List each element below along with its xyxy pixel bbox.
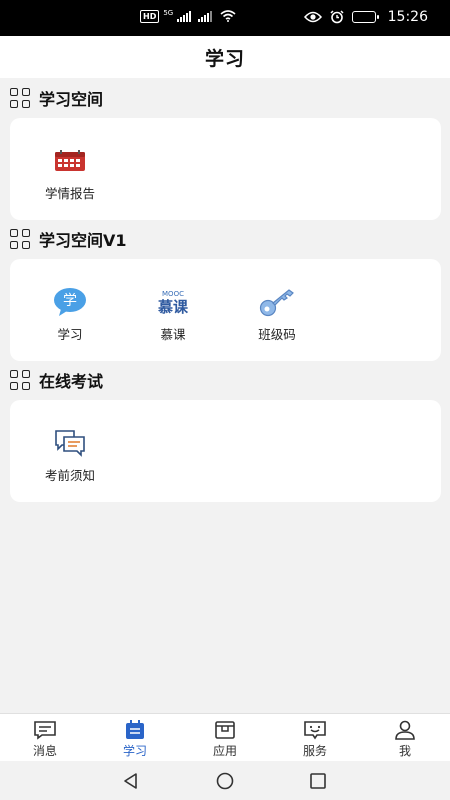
section-title: 在线考试 [39,372,104,391]
tile-class-code[interactable]: 班级码 [227,259,327,361]
service-icon [303,720,327,740]
study-chat-bubble-icon: 学 [52,287,88,317]
section-title: 学习空间V1 [39,231,127,250]
grid-icon [10,370,30,390]
grid-icon [10,88,30,108]
tab-service[interactable]: 服务 [270,714,360,761]
section-card-online-exam: 考前须知 [10,400,441,502]
tile-learning-report[interactable]: 学情报告 [20,118,120,220]
home-button[interactable] [215,771,235,791]
wifi-icon [220,10,236,22]
tab-label: 应用 [212,744,237,758]
recents-square-icon [310,773,326,789]
tile-exam-notice[interactable]: 考前须知 [20,400,120,502]
home-circle-icon [216,772,234,790]
tab-label: 我 [398,744,411,758]
tile-mooc[interactable]: MOOC 慕课 慕课 [123,259,223,361]
status-time: 15:26 [387,9,428,25]
profile-icon [393,720,417,740]
section-card-learning-space: 学情报告 [10,118,441,220]
status-right-group: 15:26 [303,9,428,25]
tile-study[interactable]: 学 学习 [20,259,120,361]
tab-label: 学习 [122,744,147,758]
battery-icon [351,11,379,23]
tab-profile[interactable]: 我 [360,714,450,761]
section-card-learning-space-v1: 学 学习 MOOC 慕课 慕课 班级码 [10,259,441,361]
eye-icon [303,11,322,23]
section-title: 学习空间 [39,90,104,109]
message-icon [33,720,57,740]
tab-label: 消息 [32,744,57,758]
system-nav-bar [0,761,450,800]
section-header-learning-space: 学习空间 [10,86,103,110]
tab-apps[interactable]: 应用 [180,714,270,761]
section-header-learning-space-v1: 学习空间V1 [10,227,127,251]
alarm-icon [330,10,344,24]
section-header-online-exam: 在线考试 [10,368,103,392]
tile-label: 班级码 [258,327,296,342]
mooc-logo-icon: MOOC 慕课 [155,287,191,317]
tab-messages[interactable]: 消息 [0,714,90,761]
signal-strength-2-icon [198,10,213,22]
tile-label: 学情报告 [44,186,95,201]
mooc-logo-small: MOOC [162,290,184,298]
tab-study[interactable]: 学习 [90,714,180,761]
network-type-label: 5G [163,9,174,17]
tile-label: 考前须知 [44,468,95,483]
key-icon [259,287,295,317]
back-triangle-icon [124,773,137,789]
calendar-report-icon [52,146,88,176]
tab-label: 服务 [302,744,327,758]
signal-strength-icon [177,10,192,22]
status-network-indicators: HD 5G [140,9,236,23]
tile-label: 慕课 [160,327,186,342]
mooc-logo-big: 慕课 [157,298,189,316]
apps-icon [213,720,237,740]
page-title: 学习 [204,47,245,70]
chat-bubbles-icon [52,428,88,458]
grid-icon [10,229,30,249]
app-header: 学习 [0,36,450,78]
tile-label: 学习 [57,327,83,342]
bottom-tab-bar: 消息 学习 应用 服务 我 [0,713,450,761]
hd-badge: HD [140,9,160,23]
back-button[interactable] [121,771,141,791]
status-bar: HD 5G 15:26 [0,0,450,36]
recents-button[interactable] [308,771,328,791]
study-glyph: 学 [63,293,77,309]
study-icon [123,720,147,740]
